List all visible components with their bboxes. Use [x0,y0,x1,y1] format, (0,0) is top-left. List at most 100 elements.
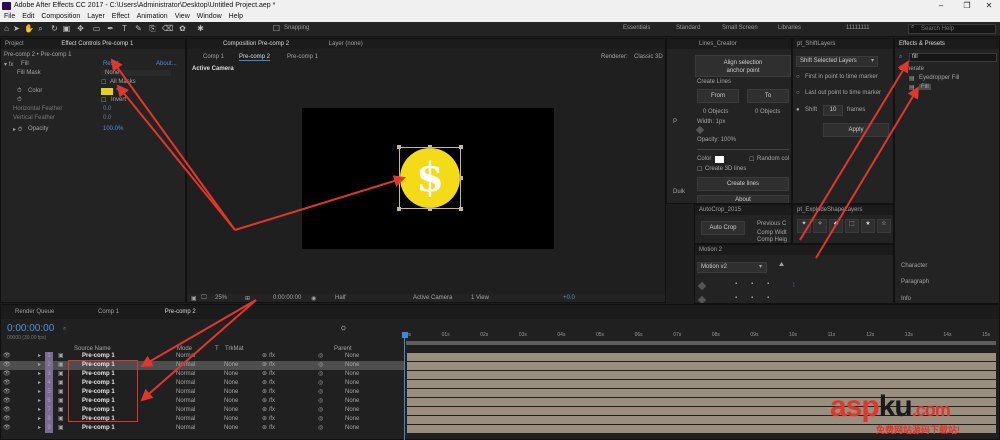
shift-frames-input[interactable]: 10 [823,105,843,116]
type-tool-icon[interactable]: T [120,24,129,34]
apply-button[interactable]: Apply [823,123,889,137]
camera-tool-icon[interactable]: ▣ [62,24,71,34]
menu-effect[interactable]: Effect [112,12,130,22]
effects-search-input[interactable]: fill [909,53,997,62]
timeline-switches-icon[interactable]: ⛭ [341,326,346,333]
first-in-radio[interactable]: ○ [796,74,800,80]
workspace-custom[interactable]: 11111111 [846,25,870,31]
parent-pickwhip-icon[interactable]: ◎ [318,397,323,406]
layer-row[interactable]: 👁 ▸ 1 ▣ Pre-comp 1 Normal ⊛ /fx ◎ None [0,352,405,361]
eye-icon[interactable]: 👁 [3,424,11,433]
character-panel-tab[interactable]: Character [901,263,927,269]
color-swatch[interactable] [101,88,113,95]
eye-icon[interactable]: 👁 [3,388,11,397]
layer-duration-bar[interactable] [407,371,996,379]
parent-pickwhip-icon[interactable]: ◎ [318,370,323,379]
tab-project[interactable]: Project [5,41,24,47]
expand-arrow-icon[interactable]: ▸ [38,379,41,388]
layer-mode-dropdown[interactable]: Normal [176,424,195,433]
layer-name[interactable]: Pre-comp 1 [82,424,115,433]
eye-icon[interactable]: 👁 [3,379,11,388]
line-color-swatch[interactable] [715,156,724,163]
views-dropdown[interactable]: 1 View [471,295,489,301]
shy-icon[interactable]: ⊛ /fx [262,361,275,370]
menu-edit[interactable]: Edit [22,12,34,22]
layer-mode-dropdown[interactable]: Normal [176,415,195,424]
layer-parent-dropdown[interactable]: None [345,406,359,415]
shy-icon[interactable]: ⊛ /fx [262,397,275,406]
motion-extra-icon[interactable]: ⁞ [793,283,795,289]
home-icon[interactable]: ⌂ [2,24,11,34]
tab-precomp2[interactable]: Pre-comp 2 [165,309,196,315]
playhead[interactable] [404,337,405,440]
reset-link[interactable]: Reset [103,61,119,67]
opacity-value[interactable]: 100.0% [103,126,123,132]
menu-view[interactable]: View [175,12,190,22]
layer-duration-bar[interactable] [407,362,996,370]
pan-behind-tool-icon[interactable]: ✥ [76,24,85,34]
anchor-bottom-icon[interactable]: ▪ [751,295,753,301]
auto-crop-button[interactable]: Auto Crop [701,221,745,235]
shy-icon[interactable]: ⊛ /fx [262,406,275,415]
menu-window[interactable]: Window [197,12,222,22]
layer-row[interactable]: 👁 ▸ 7 ▣ Pre-comp 1 Normal None ⊛ /fx ◎ None [0,406,405,415]
menu-help[interactable]: Help [229,12,243,22]
width-slider-icon[interactable] [695,125,705,135]
parent-pickwhip-icon[interactable]: ◎ [318,406,323,415]
to-button[interactable]: To [747,89,789,103]
renderer-value[interactable]: Classic 3D [634,54,663,60]
menu-composition[interactable]: Composition [41,12,80,22]
star-icon[interactable]: ★ [861,219,875,233]
anchor-bottom-left-icon[interactable]: ▪ [735,295,737,301]
shift-radio[interactable]: ● [796,107,800,113]
parent-pickwhip-icon[interactable]: ◎ [318,415,323,424]
random-color-checkbox[interactable]: ☐ [749,156,754,163]
layer-parent-dropdown[interactable]: None [345,397,359,406]
clone-stamp-tool-icon[interactable]: ⎘ [148,24,157,34]
layer-row[interactable]: 👁 ▸ 3 ▣ Pre-comp 1 Normal None ⊛ /fx ◎ None [0,370,405,379]
layer-mode-dropdown[interactable]: Normal [176,361,195,370]
shy-icon[interactable]: ⊛ /fx [262,388,275,397]
fill-effect-item[interactable]: Fill [919,84,931,90]
info-panel-tab[interactable]: Info [901,296,911,302]
workspace-libraries[interactable]: Libraries [778,25,801,31]
tab-layer[interactable]: Layer (none) [329,41,363,47]
layer-trkmat-dropdown[interactable]: None [224,370,238,379]
layer-trkmat-dropdown[interactable]: None [224,424,238,433]
from-button[interactable]: From [697,89,739,103]
transform-handle[interactable] [397,145,401,149]
crumb-precomp1[interactable]: Pre-comp 1 [287,54,318,60]
eye-icon[interactable]: 👁 [3,352,11,361]
playhead-handle[interactable] [402,332,408,338]
expand-arrow-icon[interactable]: ▸ [38,406,41,415]
minimize-button[interactable]: – [930,0,952,12]
layer-row[interactable]: 👁 ▸ 2 ▣ Pre-comp 1 Normal None ⊛ /fx ◎ None [0,361,405,370]
eye-icon[interactable]: 👁 [3,361,11,370]
create-3d-checkbox[interactable]: ☐ [697,166,702,173]
resolution-dropdown[interactable]: Half [335,295,346,301]
expand-arrow-icon[interactable]: ▸ [38,352,41,361]
layer-parent-dropdown[interactable]: None [345,424,359,433]
selection-tool-icon[interactable]: ➤ [12,24,21,34]
monitor-icon[interactable]: 🖵 [201,295,207,302]
expand-arrow-icon[interactable]: ▸ [38,397,41,406]
explode-tool-icon[interactable]: ◆ [829,219,843,233]
crumb-precomp2[interactable]: Pre-comp 2 [239,54,271,61]
parent-pickwhip-icon[interactable]: ◎ [318,361,323,370]
timecode-display[interactable]: 0:00:00:00 [273,295,301,301]
camera-snapshot-icon[interactable]: ◉ [311,295,316,302]
expand-arrow-icon[interactable]: ▸ [38,361,41,370]
layer-row[interactable]: 👁 ▸ 6 ▣ Pre-comp 1 Normal None ⊛ /fx ◎ None [0,397,405,406]
layer-mode-dropdown[interactable]: Normal [176,370,195,379]
tab-comp1[interactable]: Comp 1 [98,309,119,315]
paragraph-panel-tab[interactable]: Paragraph [901,279,929,285]
search-help-input[interactable]: Search Help [908,24,996,34]
snapping-checkbox[interactable]: ☐ [272,24,281,34]
zoom-tool-icon[interactable]: ⌕ [36,24,45,34]
shy-icon[interactable]: ⊛ /fx [262,352,275,361]
tab-composition[interactable]: Composition Pre-comp 2 [223,41,289,47]
layer-parent-dropdown[interactable]: None [345,370,359,379]
rotate-tool-icon[interactable]: ↻ [50,24,59,34]
rectangle-tool-icon[interactable]: ▭ [92,24,101,34]
expand-arrow-icon[interactable]: ▸ [38,424,41,433]
